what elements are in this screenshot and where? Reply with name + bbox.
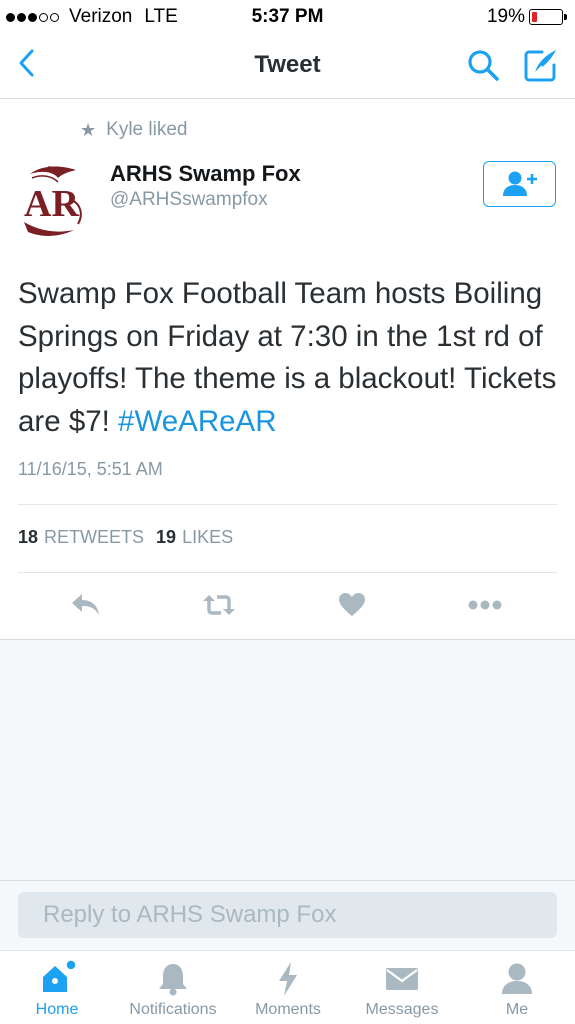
swamp-fox-logo: AR <box>24 166 82 236</box>
divider <box>18 572 557 573</box>
tab-bar: Home Notifications Moments Messages Me <box>0 950 575 1024</box>
tab-me[interactable]: Me <box>487 951 547 1024</box>
engagement-counts: 18 RETWEETS 19 LIKES <box>18 527 245 548</box>
home-icon <box>37 959 77 999</box>
reply-button[interactable] <box>66 585 106 625</box>
bell-icon <box>157 959 189 999</box>
retweet-button[interactable] <box>199 585 239 625</box>
likes-label: LIKES <box>182 527 234 547</box>
more-options-button[interactable] <box>465 585 505 625</box>
tab-label-me: Me <box>505 1001 529 1018</box>
tweet-text: Swamp Fox Football Team hosts Boiling Sp… <box>18 273 563 443</box>
reply-input[interactable] <box>18 892 557 938</box>
tab-messages[interactable]: Messages <box>356 951 448 1024</box>
navigation-bar: Tweet <box>0 32 575 99</box>
tweet-timestamp: 11/16/15, 5:51 AM <box>18 459 163 479</box>
battery-icon <box>529 9 567 25</box>
tab-label-notifications: Notifications <box>129 1001 217 1018</box>
author-handle[interactable]: @ARHSswampfox <box>110 189 268 211</box>
tab-label-home: Home <box>35 1001 79 1018</box>
tab-label-moments: Moments <box>255 1001 321 1018</box>
more-dots-icon <box>468 600 502 610</box>
empty-replies-area <box>0 640 575 880</box>
likes-number: 19 <box>156 527 177 547</box>
tab-moments[interactable]: Moments <box>246 951 330 1024</box>
star-icon: ★ <box>80 119 97 140</box>
hashtag-link[interactable]: #WeAReAR <box>118 405 277 438</box>
social-context-text: Kyle liked <box>106 119 188 140</box>
retweets-label: RETWEETS <box>44 527 145 547</box>
tab-notifications[interactable]: Notifications <box>115 951 231 1024</box>
divider <box>18 504 557 505</box>
search-icon <box>468 50 499 81</box>
compose-icon <box>524 50 556 82</box>
tweet-actions <box>0 585 575 625</box>
tweet-body: Swamp Fox Football Team hosts Boiling Sp… <box>18 277 557 438</box>
reply-icon <box>72 594 99 615</box>
likes-count[interactable]: 19 LIKES <box>156 527 233 548</box>
follow-button[interactable] <box>483 161 556 207</box>
social-context[interactable]: ★ Kyle liked <box>80 119 187 141</box>
svg-text:AR: AR <box>24 183 79 225</box>
battery-info: 19% <box>486 6 567 28</box>
retweet-icon <box>203 595 235 615</box>
avatar[interactable]: AR <box>18 160 100 242</box>
search-button[interactable] <box>466 48 500 82</box>
status-bar: Verizon LTE 5:37 PM 19% <box>0 0 575 32</box>
lightning-icon <box>277 959 299 999</box>
author-name[interactable]: ARHS Swamp Fox <box>110 161 301 187</box>
heart-icon <box>339 593 365 616</box>
battery-percent: 19% <box>486 6 525 27</box>
like-button[interactable] <box>332 585 372 625</box>
retweets-number: 18 <box>18 527 39 547</box>
compose-tweet-button[interactable] <box>522 46 560 84</box>
tab-home[interactable]: Home <box>22 951 92 1024</box>
envelope-icon <box>384 959 420 999</box>
reply-bar <box>0 880 575 950</box>
tab-label-messages: Messages <box>365 1001 439 1018</box>
retweets-count[interactable]: 18 RETWEETS <box>18 527 144 548</box>
battery-level <box>532 12 537 22</box>
add-user-icon <box>502 171 537 196</box>
person-icon <box>500 959 534 999</box>
